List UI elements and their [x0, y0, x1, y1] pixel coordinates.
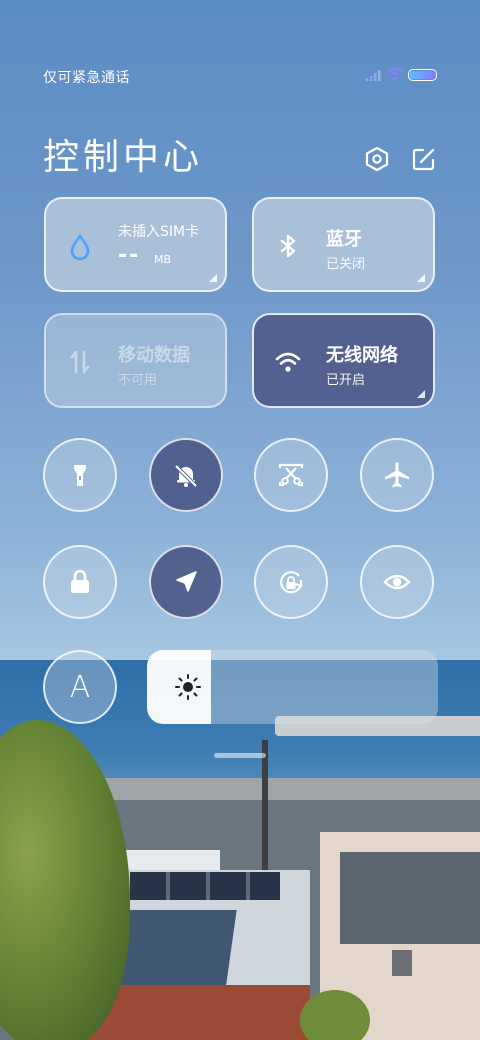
lock-screen-toggle[interactable]	[43, 545, 117, 619]
letter-a-icon: A	[69, 669, 91, 705]
signal-icon	[366, 70, 381, 81]
tile-expand-corner	[417, 274, 425, 282]
edit-icon[interactable]	[411, 146, 437, 172]
mobile-data-status: 不可用	[118, 373, 158, 388]
sim-status-label: 未插入SIM卡	[118, 224, 200, 240]
wallpaper-solar-panels	[130, 872, 280, 900]
settings-hexagon-icon[interactable]	[364, 146, 390, 172]
mute-toggle[interactable]	[149, 438, 223, 512]
bell-off-icon	[174, 464, 198, 488]
wallpaper-house-roof	[340, 852, 480, 944]
flashlight-toggle[interactable]	[43, 438, 117, 512]
eye-icon	[383, 574, 411, 590]
bluetooth-icon	[280, 234, 296, 258]
data-usage-tile[interactable]: 未插入SIM卡 -- MB	[44, 197, 227, 292]
wallpaper-utility-pole	[262, 740, 268, 870]
mobile-data-title: 移动数据	[118, 345, 190, 366]
data-usage-unit: MB	[154, 253, 172, 266]
wifi-tile[interactable]: 无线网络 已开启	[252, 313, 435, 408]
auto-brightness-toggle[interactable]: A	[43, 650, 117, 724]
scissors-icon	[278, 463, 304, 487]
airplane-icon	[385, 462, 409, 488]
battery-icon	[408, 69, 437, 81]
lock-icon	[71, 569, 89, 593]
bluetooth-title: 蓝牙	[326, 229, 362, 250]
mobile-data-tile[interactable]: 移动数据 不可用	[44, 313, 227, 408]
wifi-icon	[275, 352, 301, 372]
status-text: 仅可紧急通话	[43, 70, 130, 86]
screenshot-toggle[interactable]	[254, 438, 328, 512]
sun-icon	[175, 674, 201, 700]
tile-expand-corner	[209, 274, 217, 282]
auto-rotate-toggle[interactable]	[254, 545, 328, 619]
brightness-slider[interactable]	[147, 650, 438, 724]
wifi-status-icon	[387, 68, 403, 81]
reading-mode-toggle[interactable]	[360, 545, 434, 619]
tile-expand-corner	[417, 390, 425, 398]
page-title: 控制中心	[43, 137, 204, 178]
battery-level	[410, 71, 435, 79]
bluetooth-status: 已关闭	[326, 257, 366, 272]
water-drop-icon	[70, 233, 90, 261]
wifi-title: 无线网络	[326, 345, 398, 366]
rotate-lock-icon	[280, 571, 303, 594]
airplane-mode-toggle[interactable]	[360, 438, 434, 512]
data-usage-value: --	[118, 243, 141, 268]
transfer-arrows-icon	[70, 350, 90, 374]
location-toggle[interactable]	[149, 545, 223, 619]
bluetooth-tile[interactable]: 蓝牙 已关闭	[252, 197, 435, 292]
location-arrow-icon	[176, 571, 197, 592]
wifi-status: 已开启	[326, 373, 366, 388]
panel-handle[interactable]	[214, 753, 266, 758]
flashlight-icon	[74, 465, 86, 486]
wallpaper-house-window	[392, 950, 412, 976]
